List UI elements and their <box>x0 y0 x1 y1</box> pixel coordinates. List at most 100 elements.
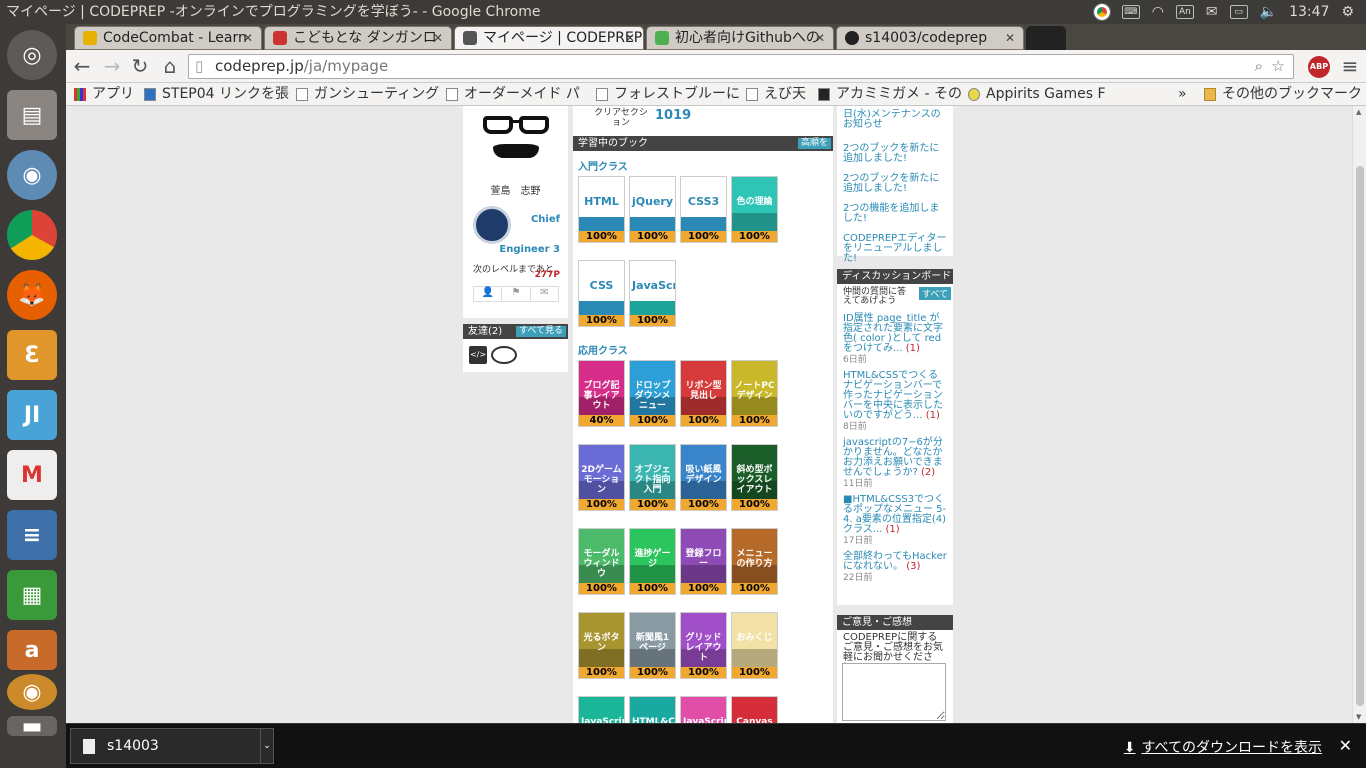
news-item[interactable]: 日(水)メンテナンスのお知らせ <box>843 110 947 130</box>
bookmark-item[interactable]: Appirits Games F <box>968 83 1178 105</box>
books-sort-button[interactable]: 高順を <box>797 138 831 149</box>
news-item[interactable]: 2つの機能を追加しました! <box>843 204 947 224</box>
firefox-icon[interactable]: 🦊 <box>7 270 57 320</box>
friend-avatar[interactable]: </> <box>469 346 487 364</box>
thread-link[interactable]: javascriptの7−6が分かりません。どなたかお力添えお願いできませんでし… <box>843 438 947 478</box>
tab-codeprep-mypage[interactable]: マイページ | CODEPREP ✕ <box>454 26 644 50</box>
eclipse-icon[interactable]: Ɛ <box>7 330 57 380</box>
gmail-icon[interactable]: M <box>7 450 57 500</box>
book-card[interactable]: おみくじ 100% <box>731 612 778 679</box>
bookmark-overflow-button[interactable]: » <box>1178 83 1187 105</box>
bookmark-other-folder[interactable]: その他のブックマーク <box>1204 83 1362 105</box>
bookmark-apps[interactable]: アプリ <box>74 83 134 105</box>
new-tab-button[interactable] <box>1026 26 1066 50</box>
book-card[interactable]: 光るボタン 100% <box>578 612 625 679</box>
close-icon[interactable]: ✕ <box>1339 736 1352 755</box>
book-card[interactable]: CSS3 100% <box>680 176 727 243</box>
scrollbar-thumb[interactable] <box>1356 166 1364 706</box>
book-card[interactable]: グリッドレイアウト 100% <box>680 612 727 679</box>
book-card[interactable]: 新聞風1ページ 100% <box>629 612 676 679</box>
bookmark-item[interactable]: アカミミガメ - その <box>818 83 962 105</box>
thread-link[interactable]: 全部終わってもHackerになれない。 (3) <box>843 552 947 572</box>
bookmark-item[interactable]: STEP04 リンクを張 <box>144 83 289 105</box>
show-all-downloads-link[interactable]: ⬇ すべてのダウンロードを表示 <box>1124 737 1322 757</box>
tab-github-guide[interactable]: 初心者向けGithubへの ✕ <box>646 26 834 50</box>
address-bar[interactable]: ▯ codeprep.jp/ja/mypage ⌕ ☆ <box>188 54 1294 79</box>
bookmark-item[interactable]: えび天 <box>746 83 806 105</box>
menu-icon[interactable]: ≡ <box>1338 55 1362 79</box>
book-card[interactable]: 登録フロー 100% <box>680 528 727 595</box>
chrome-app-icon[interactable]: ◉ <box>7 674 57 710</box>
reload-icon[interactable]: ↻ <box>128 55 152 79</box>
book-card[interactable]: JavaScript 100% <box>629 260 676 327</box>
clock[interactable]: 13:47 <box>1289 0 1329 24</box>
ime-indicator[interactable]: An <box>1175 5 1194 19</box>
news-item[interactable]: 2つのブックを新たに追加しました! <box>843 144 947 164</box>
chromium-icon[interactable]: ◉ <box>7 150 57 200</box>
book-card[interactable]: JavaScript <box>680 696 727 723</box>
close-icon[interactable]: ✕ <box>625 27 635 49</box>
thread-link[interactable]: HTML&CSSでつくるナビゲーションバーで作ったナビゲーションバーを中央に表示… <box>843 371 947 421</box>
book-card[interactable]: 2Dゲームモーション 100% <box>578 444 625 511</box>
book-card[interactable]: 進捗ゲージ 100% <box>629 528 676 595</box>
tab-github-repo[interactable]: s14003/codeprep ✕ <box>836 26 1024 50</box>
thread-link[interactable]: ID属性 page_title が指定された要素に文字色( color )として… <box>843 314 947 354</box>
chevron-down-icon[interactable]: ⌄ <box>260 728 274 764</box>
battery-icon[interactable]: ▭ <box>1229 5 1248 19</box>
book-card[interactable]: jQuery 100% <box>629 176 676 243</box>
calc-icon[interactable]: ▦ <box>7 570 57 620</box>
friend-avatar[interactable] <box>491 346 517 364</box>
discussion-more-button[interactable]: すべて <box>918 287 951 300</box>
book-card[interactable]: HTML 100% <box>578 176 625 243</box>
writer-icon[interactable]: ≡ <box>7 510 57 560</box>
book-card[interactable]: JavaScript <box>578 696 625 723</box>
news-item[interactable]: CODEPREPエディターをリニューアルしました! <box>843 234 947 264</box>
book-card[interactable]: 吸い紙風デザイン 100% <box>680 444 727 511</box>
news-item[interactable]: 2つのブックを新たに追加しました! <box>843 174 947 194</box>
book-card[interactable]: ノートPCデザイン 100% <box>731 360 778 427</box>
back-icon[interactable]: ← <box>70 55 94 79</box>
book-card[interactable]: HTML&CSS <box>629 696 676 723</box>
wifi-icon[interactable]: ◠ <box>1152 0 1164 24</box>
chat-icon[interactable]: ✉ <box>529 287 558 301</box>
page-scrollbar[interactable]: ▲ ▼ <box>1352 106 1366 723</box>
chrome-icon[interactable] <box>7 210 57 260</box>
thread-link[interactable]: ■HTML&CSS3でつくるポップなメニュー 5-4. a要素の位置指定(4) … <box>843 495 947 535</box>
scroll-up-icon[interactable]: ▲ <box>1356 108 1361 116</box>
feedback-textarea[interactable] <box>842 663 946 721</box>
user-icon[interactable]: 👤 <box>474 287 501 301</box>
dash-icon[interactable]: ◎ <box>7 30 57 80</box>
star-icon[interactable]: ☆ <box>1272 55 1285 78</box>
software-center-icon[interactable]: a <box>7 630 57 670</box>
ide-icon[interactable]: JI <box>7 390 57 440</box>
book-card[interactable]: ドロップダウンメニュー 100% <box>629 360 676 427</box>
volume-icon[interactable]: 🔈 <box>1260 0 1277 24</box>
adblock-icon[interactable]: ABP <box>1308 56 1330 78</box>
book-card[interactable]: ブログ記事レイアウト 40% <box>578 360 625 427</box>
flag-icon[interactable]: ⚑ <box>501 287 529 301</box>
files-icon[interactable]: ▤ <box>7 90 57 140</box>
trash-icon[interactable]: ▬ <box>7 714 57 739</box>
book-card[interactable]: CSS 100% <box>578 260 625 327</box>
tab-codecombat[interactable]: CodeCombat - Learn ✕ <box>74 26 262 50</box>
home-icon[interactable]: ⌂ <box>158 55 182 79</box>
book-card[interactable]: リボン型見出し 100% <box>680 360 727 427</box>
close-icon[interactable]: ✕ <box>1005 27 1015 49</box>
bookmark-item[interactable]: ガンシューティング <box>296 83 439 105</box>
scroll-down-icon[interactable]: ▼ <box>1356 713 1361 721</box>
book-card[interactable]: 斜め型ボックスレイアウト 100% <box>731 444 778 511</box>
keyboard-icon[interactable]: ⌨ <box>1121 5 1140 19</box>
book-card[interactable]: メニューの作り方 100% <box>731 528 778 595</box>
gear-icon[interactable]: ⚙ <box>1341 0 1354 24</box>
close-icon[interactable]: ✕ <box>433 27 443 49</box>
avatar[interactable] <box>483 114 549 164</box>
bookmark-item[interactable]: フォレストブルーに <box>596 83 740 105</box>
bookmark-item[interactable]: オーダーメイド パ <box>446 83 580 105</box>
book-card[interactable]: 色の理論 100% <box>731 176 778 243</box>
mail-icon[interactable]: ✉ <box>1206 0 1218 24</box>
book-card[interactable]: オブジェクト指向入門 100% <box>629 444 676 511</box>
book-card[interactable]: Canvas <box>731 696 778 723</box>
tab-danganronpa[interactable]: こどもとな ダンガンロ ✕ <box>264 26 452 50</box>
search-icon[interactable]: ⌕ <box>1255 55 1263 78</box>
download-item[interactable]: s14003 <box>70 728 274 764</box>
